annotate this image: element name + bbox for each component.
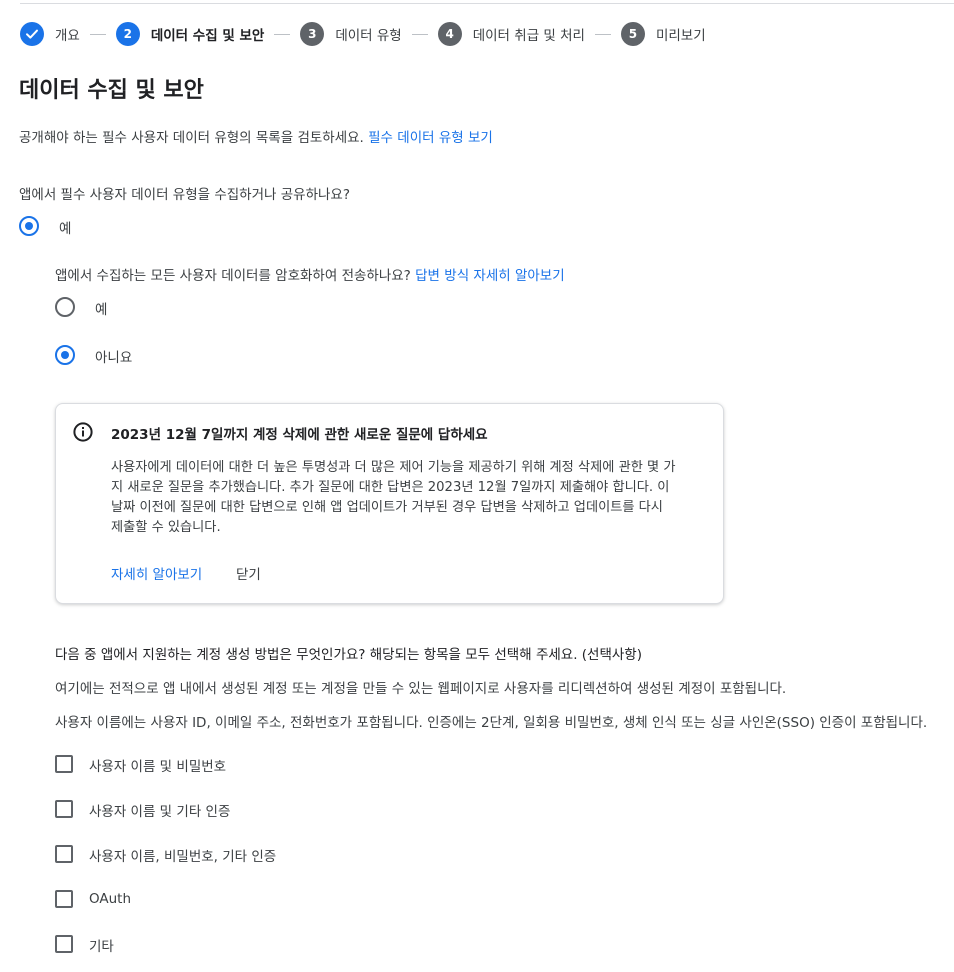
step-label: 데이터 유형 bbox=[335, 28, 402, 44]
required-data-types-link[interactable]: 필수 데이터 유형 보기 bbox=[368, 130, 493, 146]
q2-no-label[interactable]: 아니요 bbox=[95, 346, 132, 366]
question-encryption-text: 앱에서 수집하는 모든 사용자 데이터를 암호화하여 전송하나요? bbox=[55, 268, 411, 284]
checkbox-username-other-auth[interactable] bbox=[55, 800, 73, 818]
question-encryption: 앱에서 수집하는 모든 사용자 데이터를 암호화하여 전송하나요? 답변 방식 … bbox=[55, 264, 565, 284]
step-separator bbox=[89, 33, 106, 35]
answer-help-link[interactable]: 답변 방식 자세히 알아보기 bbox=[415, 268, 565, 284]
step-label: 데이터 수집 및 보안 bbox=[150, 28, 265, 44]
checkbox-label[interactable]: 사용자 이름 및 기타 인증 bbox=[89, 800, 230, 820]
q1-yes-label[interactable]: 예 bbox=[59, 217, 71, 237]
question-collect-share: 앱에서 필수 사용자 데이터 유형을 수집하거나 공유하나요? bbox=[19, 187, 350, 203]
q1-yes-radio[interactable] bbox=[19, 216, 39, 236]
checkmark-icon bbox=[20, 22, 44, 46]
notice-body-line: 사용자에게 데이터에 대한 더 높은 투명성과 더 많은 제어 기능을 제공하기… bbox=[111, 460, 676, 475]
step-data-types[interactable]: 3 데이터 유형 bbox=[300, 22, 402, 46]
checkbox-username-password[interactable] bbox=[55, 755, 73, 773]
notice-body: 사용자에게 데이터에 대한 더 높은 투명성과 더 많은 제어 기능을 제공하기… bbox=[111, 458, 686, 538]
account-deletion-notice: 2023년 12월 7일까지 계정 삭제에 관한 새로운 질문에 답하세요 사용… bbox=[55, 403, 724, 604]
step-label: 개요 bbox=[55, 28, 80, 44]
step-overview[interactable]: 개요 bbox=[20, 22, 80, 46]
step-number: 5 bbox=[620, 22, 645, 46]
checkbox-label[interactable]: 사용자 이름 및 비밀번호 bbox=[89, 755, 226, 775]
step-separator bbox=[594, 33, 611, 35]
stepper: 개요 2 데이터 수집 및 보안 3 데이터 유형 4 데이터 취급 및 처리 … bbox=[20, 22, 706, 46]
step-number: 4 bbox=[437, 22, 462, 46]
step-preview[interactable]: 5 미리보기 bbox=[620, 22, 706, 46]
page-title: 데이터 수집 및 보안 bbox=[19, 78, 204, 103]
checkbox-username-password-other[interactable] bbox=[55, 845, 73, 863]
step-separator bbox=[274, 33, 291, 35]
checkbox-other[interactable] bbox=[55, 935, 73, 953]
notice-title: 2023년 12월 7일까지 계정 삭제에 관한 새로운 질문에 답하세요 bbox=[111, 427, 488, 443]
step-data-handling[interactable]: 4 데이터 취급 및 처리 bbox=[437, 22, 585, 46]
checkbox-label[interactable]: 기타 bbox=[89, 935, 114, 955]
notice-body-line: 제출할 수 있습니다. bbox=[111, 520, 221, 535]
page-intro: 공개해야 하는 필수 사용자 데이터 유형의 목록을 검토하세요. 필수 데이터… bbox=[19, 126, 493, 146]
top-divider bbox=[20, 3, 954, 4]
notice-body-line: 날짜 이전에 질문에 대한 답변으로 인해 앱 업데이트가 거부된 경우 답변을… bbox=[111, 500, 663, 515]
learn-more-button[interactable]: 자세히 알아보기 bbox=[111, 563, 202, 583]
q2-yes-radio[interactable] bbox=[55, 297, 75, 317]
step-number: 2 bbox=[115, 22, 140, 46]
intro-text: 공개해야 하는 필수 사용자 데이터 유형의 목록을 검토하세요. bbox=[19, 130, 364, 146]
checkbox-oauth[interactable] bbox=[55, 890, 73, 908]
notice-body-line: 지 새로운 질문을 추가했습니다. 추가 질문에 대한 답변은 2023년 12… bbox=[111, 480, 670, 495]
question-account-creation: 다음 중 앱에서 지원하는 계정 생성 방법은 무엇인가요? 해당되는 항목을 … bbox=[55, 647, 642, 663]
q2-no-radio[interactable] bbox=[55, 345, 75, 365]
checkbox-label[interactable]: OAuth bbox=[89, 891, 131, 907]
step-data-collection[interactable]: 2 데이터 수집 및 보안 bbox=[115, 22, 265, 46]
q2-yes-label[interactable]: 예 bbox=[95, 298, 107, 318]
checkbox-label[interactable]: 사용자 이름, 비밀번호, 기타 인증 bbox=[89, 845, 276, 865]
account-creation-desc: 여기에는 전적으로 앱 내에서 생성된 계정 또는 계정을 만들 수 있는 웹페… bbox=[55, 681, 787, 697]
step-label: 데이터 취급 및 처리 bbox=[472, 28, 585, 44]
info-icon bbox=[73, 422, 93, 442]
step-label: 미리보기 bbox=[655, 28, 706, 44]
step-number: 3 bbox=[300, 22, 325, 46]
username-auth-desc: 사용자 이름에는 사용자 ID, 이메일 주소, 전화번호가 포함됩니다. 인증… bbox=[55, 715, 928, 731]
step-separator bbox=[411, 33, 428, 35]
dismiss-button[interactable]: 닫기 bbox=[236, 563, 261, 583]
